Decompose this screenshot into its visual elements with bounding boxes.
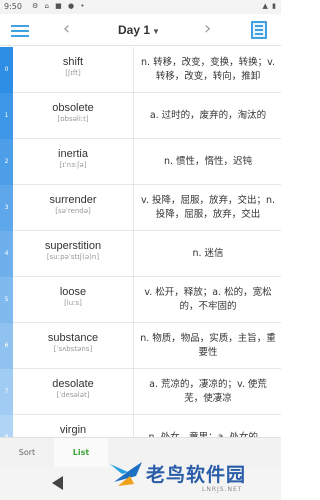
row-index: 0: [0, 47, 13, 93]
watermark-text: 老鸟软件园: [146, 464, 247, 486]
row-index: 8: [0, 415, 13, 437]
word-text: virgin: [59, 424, 87, 436]
word-text: loose: [59, 286, 87, 298]
row-index: 6: [0, 323, 13, 369]
row-index: 2: [0, 139, 13, 185]
list-view-icon[interactable]: [251, 21, 267, 39]
word-cell: shift [ʃɪft]: [13, 47, 134, 93]
row-index: 1: [0, 93, 13, 139]
word-row[interactable]: 4 superstition [suːpəˈstɪʃ(ə)n] n. 迷信: [0, 231, 281, 277]
status-signal-icons: ▲ ▮: [262, 2, 277, 10]
day-label: Day 1: [118, 23, 151, 37]
word-cell: desolate [ˈdesələt]: [13, 369, 134, 415]
word-meaning: a. 荒凉的，凄凉的；v. 使荒芜，使凄凉: [149, 379, 267, 404]
row-index: 7: [0, 369, 13, 415]
status-time: 9:50: [4, 2, 22, 11]
word-phonetic: [ɪˈnɜːʃə]: [59, 161, 87, 169]
row-index: 5: [0, 277, 13, 323]
word-phonetic: [luːs]: [64, 299, 82, 307]
word-cell: surrender [səˈrendə]: [13, 185, 134, 231]
word-cell: obsolete [ɒbsəliːt]: [13, 93, 134, 139]
back-triangle-icon[interactable]: [52, 476, 63, 490]
word-meaning: n. 处女，童男；a. 处女的，: [140, 415, 276, 437]
word-phonetic: [suːpəˈstɪʃ(ə)n]: [46, 253, 100, 261]
word-phonetic: [ˈdesələt]: [56, 391, 90, 399]
tab-sort[interactable]: Sort: [0, 438, 54, 468]
word-phonetic: [ɒbsəliːt]: [57, 115, 89, 123]
status-bar: 9:50 ⚙ ⌂ ■ ● • ▲ ▮: [0, 0, 281, 14]
word-text: desolate: [52, 378, 94, 390]
row-index: 3: [0, 185, 13, 231]
word-text: obsolete: [52, 102, 94, 114]
word-row[interactable]: 1 obsolete [ɒbsəliːt] a. 过时的，废弃的，淘汰的: [0, 93, 281, 139]
word-cell: superstition [suːpəˈstɪʃ(ə)n]: [13, 231, 134, 277]
status-icons: ⚙ ⌂ ■ ● •: [32, 2, 87, 10]
word-row[interactable]: 5 loose [luːs] v. 松开，释放；a. 松的，宽松的，不牢固的: [0, 277, 281, 323]
watermark-url: LNRJS.NET: [202, 486, 243, 493]
hamburger-icon[interactable]: [10, 22, 30, 38]
word-meaning: n. 惯性，惰性，迟钝: [163, 156, 253, 167]
word-row[interactable]: 0 shift [ʃɪft] n. 转移，改变，变换，转换；v. 转移，改变，转向，推…: [0, 47, 281, 93]
watermark: 老鸟软件园 LNRJS.NET: [96, 456, 281, 500]
chevron-left-icon[interactable]: ‹: [63, 18, 77, 40]
chevron-right-icon[interactable]: ›: [204, 18, 218, 40]
word-phonetic: [ʃɪft]: [65, 69, 81, 77]
word-meaning: a. 过时的，废弃的，淘汰的: [149, 110, 267, 121]
word-cell: virgin: [13, 415, 134, 437]
word-text: surrender: [49, 194, 97, 206]
word-text: shift: [62, 56, 84, 68]
caret-down-icon: ▼: [152, 27, 160, 36]
word-list: 0 shift [ʃɪft] n. 转移，改变，变换，转换；v. 转移，改变，转向，推…: [0, 47, 281, 437]
word-row[interactable]: 8 virgin n. 处女，童男；a. 处女的，: [0, 415, 281, 437]
word-text: substance: [47, 332, 99, 344]
top-bar: ‹ Day 1 ▼ ›: [0, 14, 281, 46]
word-cell: substance [ˈsʌbstəns]: [13, 323, 134, 369]
word-row[interactable]: 7 desolate [ˈdesələt] a. 荒凉的，凄凉的；v. 使荒芜，使凄凉: [0, 369, 281, 415]
bird-logo-icon: [110, 462, 142, 486]
word-phonetic: [səˈrendə]: [55, 207, 91, 215]
word-meaning: n. 迷信: [192, 248, 224, 259]
word-cell: loose [luːs]: [13, 277, 134, 323]
word-phonetic: [ˈsʌbstəns]: [53, 345, 93, 353]
word-cell: inertia [ɪˈnɜːʃə]: [13, 139, 134, 185]
word-meaning: n. 转移，改变，变换，转换；v. 转移，改变，转向，推卸: [141, 57, 275, 82]
word-row[interactable]: 3 surrender [səˈrendə] v. 投降，屈服，放弃，交出；n. 投降…: [0, 185, 281, 231]
day-selector[interactable]: Day 1 ▼: [118, 23, 160, 37]
word-meaning: v. 松开，释放；a. 松的，宽松的，不牢固的: [144, 287, 272, 312]
word-row[interactable]: 6 substance [ˈsʌbstəns] n. 物质，物品，实质，主旨，重要性: [0, 323, 281, 369]
row-index: 4: [0, 231, 13, 277]
word-row[interactable]: 2 inertia [ɪˈnɜːʃə] n. 惯性，惰性，迟钝: [0, 139, 281, 185]
word-text: inertia: [58, 148, 88, 160]
word-meaning: v. 投降，屈服，放弃，交出；n. 投降，屈服，放弃，交出: [141, 195, 275, 220]
word-meaning: n. 物质，物品，实质，主旨，重要性: [140, 333, 276, 358]
word-text: superstition: [44, 240, 102, 252]
